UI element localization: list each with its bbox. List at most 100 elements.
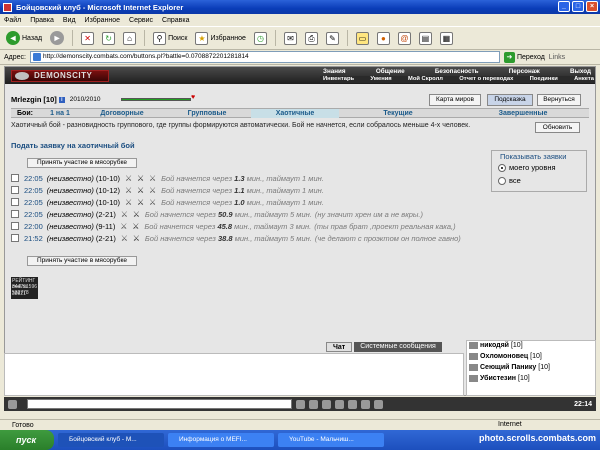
tab-group[interactable]: Групповые	[163, 109, 251, 118]
clear-icon[interactable]	[309, 399, 318, 409]
chat-input[interactable]	[27, 399, 292, 409]
info-icon[interactable]: i	[58, 96, 65, 103]
forward-button[interactable]: ►	[48, 29, 66, 47]
row-checkbox[interactable]	[11, 234, 19, 242]
extra-button[interactable]: ▦	[438, 29, 455, 47]
refresh-button[interactable]: ↻	[100, 29, 117, 47]
swords-icon: ⚔	[132, 209, 140, 219]
row-checkbox[interactable]	[11, 222, 19, 230]
user-list-item[interactable]: никодяй [10]	[469, 342, 523, 349]
translit-icon[interactable]	[348, 399, 357, 409]
menu-tools[interactable]: Сервис	[129, 17, 153, 24]
home-icon: ⌂	[123, 31, 137, 45]
row-checkbox[interactable]	[11, 198, 19, 206]
edit-button[interactable]: ✎	[324, 29, 341, 47]
messenger-button[interactable]: ●	[375, 29, 392, 47]
subnav-fights[interactable]: Поединки	[530, 76, 558, 83]
start-button[interactable]: пуск	[0, 430, 54, 450]
history-button[interactable]: ◷	[252, 29, 269, 47]
return-button[interactable]: Вернуться	[537, 94, 581, 106]
user-list-item[interactable]: Охломоновец [10]	[469, 353, 542, 360]
menu-view[interactable]: Вид	[63, 17, 76, 24]
chat-settings-icon[interactable]	[8, 399, 17, 409]
smile-icon[interactable]	[322, 399, 331, 409]
taskbar-item[interactable]: Информация о MEFI...	[168, 433, 274, 447]
exit-chat-icon[interactable]	[374, 399, 383, 409]
go-label: Переход	[516, 53, 545, 61]
subnav-transfer-report[interactable]: Отчет о переводах	[459, 76, 513, 83]
taskbar-item[interactable]: YouTube - Мальчиш...	[278, 433, 384, 447]
filter-icon[interactable]	[335, 399, 344, 409]
home-button[interactable]: ⌂	[121, 29, 138, 47]
mail-button[interactable]: ✉	[282, 29, 299, 47]
at-button[interactable]: @	[396, 29, 413, 47]
nav-knowledge[interactable]: Знания	[323, 68, 346, 75]
chat-tabs: Чат Системные сообщения	[326, 342, 442, 352]
join-meatgrinder-button-top[interactable]: Принять участие в мясорубке	[27, 158, 137, 168]
research-button[interactable]: ▤	[417, 29, 434, 47]
favorites-button[interactable]: ★ Избранное	[193, 29, 247, 47]
row-levels: (9-11)	[95, 221, 116, 231]
url-input[interactable]: http://demonscity.combats.com/buttons.pl…	[29, 51, 500, 63]
swords-icon: ⚔	[124, 197, 133, 207]
tab-current[interactable]: Текущие	[339, 109, 457, 118]
links-label[interactable]: Links	[549, 54, 565, 61]
menu-help[interactable]: Справка	[162, 17, 189, 24]
tab-1v1[interactable]: 1 на 1	[39, 109, 81, 118]
sound-icon[interactable]	[361, 399, 370, 409]
tab-agreed[interactable]: Договорные	[81, 109, 163, 118]
row-checkbox[interactable]	[11, 186, 19, 194]
subnav-my-scroll[interactable]: Мой Скролл	[408, 76, 443, 83]
menu-favorites[interactable]: Избранное	[85, 17, 120, 24]
row-time: 22:05	[24, 197, 43, 207]
subnav-profile[interactable]: Анкета	[574, 76, 594, 83]
tab-chat[interactable]: Чат	[326, 342, 353, 352]
rating-counter[interactable]: РЕЙТИНГ 344791596 mail.ru 532778 38921	[11, 277, 38, 299]
row-checkbox[interactable]	[11, 210, 19, 218]
refresh-button[interactable]: Обновить	[535, 122, 580, 133]
back-button[interactable]: ◄ Назад	[4, 29, 44, 47]
user-list-item[interactable]: Убистезин [10]	[469, 375, 530, 382]
row-status: Бой начнется через 45.8 мин., таймаут 3 …	[144, 221, 312, 231]
join-meatgrinder-button-bottom[interactable]: Принять участие в мясорубке	[27, 256, 137, 266]
view-option-my-level[interactable]: моего уровня	[498, 163, 556, 172]
nav-security[interactable]: Безопасность	[435, 68, 479, 75]
stop-button[interactable]: ✕	[79, 29, 96, 47]
menu-edit[interactable]: Правка	[30, 17, 54, 24]
row-comment: (ну значит хрен им а не вкры.)	[314, 209, 424, 219]
submit-title: Подать заявку на хаотичный бой	[11, 141, 135, 150]
tab-chaotic[interactable]: Хаотичные	[251, 109, 339, 118]
minimize-button[interactable]: _	[558, 1, 570, 12]
row-levels: (10-10)	[95, 197, 121, 207]
player-info: Mrlezgin [10] i 2010/2010	[11, 95, 101, 104]
nav-exit[interactable]: Выход	[570, 68, 591, 75]
world-map-button[interactable]: Карта миров	[429, 94, 481, 106]
print-button[interactable]: ⎙	[303, 29, 320, 47]
nav-character[interactable]: Персонаж	[509, 68, 540, 75]
battle-request-row: 22:00 (неизвестно) (9-11) ⚔ ⚔ Бой начнетс…	[11, 220, 531, 232]
notes-button[interactable]: ▭	[354, 29, 371, 47]
subnav-inventory[interactable]: Инвентарь	[323, 76, 354, 83]
menu-file[interactable]: Файл	[4, 17, 21, 24]
search-button[interactable]: ⚲ Поиск	[151, 29, 189, 47]
subnav-skills[interactable]: Умения	[370, 76, 391, 83]
send-icon[interactable]	[296, 399, 305, 409]
taskbar-item[interactable]: Бойцовский клуб - М...	[58, 433, 164, 447]
hint-button[interactable]: Подсказка	[487, 94, 533, 106]
swords-icon: ⚔	[120, 233, 128, 243]
swords-icon: ⚔	[148, 185, 157, 195]
user-list-item[interactable]: Сеющий Панику [10]	[469, 364, 550, 371]
radio-my-level[interactable]	[498, 163, 506, 172]
row-status: Бой начнется через 1.3 мин., таймаут 1 м…	[161, 173, 324, 183]
go-button[interactable]: ➜ Переход	[503, 51, 545, 63]
row-checkbox[interactable]	[11, 174, 19, 182]
row-time: 22:05	[24, 185, 43, 195]
nav-communication[interactable]: Общение	[376, 68, 405, 75]
row-status: Бой начнется через 1.1 мин., таймаут 1 м…	[161, 185, 324, 195]
maximize-button[interactable]: □	[572, 1, 584, 12]
tab-system-messages[interactable]: Системные сообщения	[354, 342, 442, 352]
player-name[interactable]: Mrlezgin	[11, 95, 41, 104]
tab-finished[interactable]: Завершенные	[457, 109, 589, 118]
close-button[interactable]: ×	[586, 1, 598, 12]
row-owner: (неизвестно)	[46, 233, 94, 243]
